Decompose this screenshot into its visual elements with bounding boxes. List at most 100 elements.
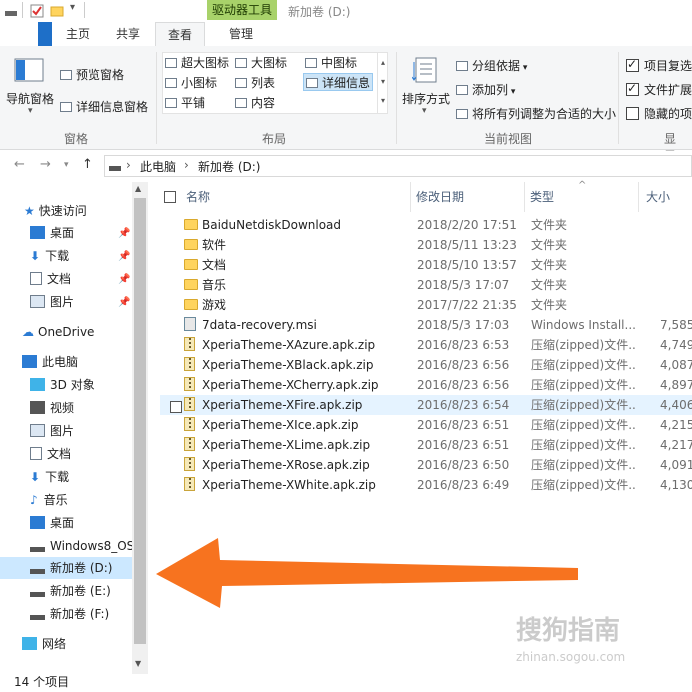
column-header-name[interactable]: 名称 (186, 182, 210, 212)
column-divider[interactable] (524, 182, 525, 212)
up-arrow-icon[interactable]: ↑ (82, 157, 93, 172)
file-row[interactable]: 游戏 2017/7/22 21:35 文件夹 (160, 295, 692, 315)
pin-icon[interactable]: 📌 (118, 228, 130, 239)
navigation-pane-button[interactable]: 导航窗格 (6, 90, 54, 107)
extra-large-icons-icon (165, 58, 177, 68)
file-row[interactable]: 7data-recovery.msi 2018/5/3 17:03 Windows … (160, 315, 692, 335)
sidebar-item-desktop[interactable]: 桌面 (30, 222, 74, 244)
sidebar-item-pictures-pc[interactable]: 图片 (30, 420, 74, 442)
layout-tiles[interactable]: 平铺 (165, 94, 205, 112)
file-row[interactable]: 文档 2018/5/10 13:57 文件夹 (160, 255, 692, 275)
column-header-type[interactable]: 类型 (530, 182, 554, 212)
recent-locations-icon[interactable]: ▾ (64, 160, 69, 170)
layout-extra-large-icons[interactable]: 超大图标 (165, 54, 229, 72)
layout-details[interactable]: 详细信息 (303, 73, 374, 91)
drive-icon (108, 161, 122, 176)
file-row[interactable]: XperiaTheme-XCherry.apk.zip 2016/8/23 6:5… (160, 375, 692, 395)
pin-icon[interactable]: 📌 (118, 297, 130, 308)
tab-view[interactable]: 查看 (155, 22, 205, 46)
file-tab[interactable] (38, 22, 52, 46)
file-row[interactable]: XperiaTheme-XRose.apk.zip 2016/8/23 6:50 压… (160, 455, 692, 475)
sidebar-item-network[interactable]: 网络 (22, 633, 66, 655)
sidebar-item-documents[interactable]: 文档 (30, 268, 71, 290)
scroll-up-icon[interactable]: ▲ (135, 184, 141, 193)
sidebar-item-drive-e[interactable]: 新加卷 (E:) (30, 580, 111, 602)
file-row[interactable]: XperiaTheme-XAzure.apk.zip 2016/8/23 6:53… (160, 335, 692, 355)
file-date: 2016/8/23 6:51 (417, 418, 510, 432)
sidebar-item-drive-d[interactable]: 新加卷 (D:) (0, 557, 132, 579)
back-arrow-icon[interactable]: ← (14, 157, 25, 172)
new-folder-icon[interactable] (50, 4, 64, 18)
sidebar-item-windows8-os[interactable]: Windows8_OS (30, 535, 134, 557)
drive-tools-tab[interactable]: 驱动器工具 (207, 0, 277, 20)
layout-gallery-scroll[interactable]: ▴ ▾ ▾ (377, 53, 388, 113)
group-by-button[interactable]: 分组依据 ▾ (456, 57, 527, 74)
sidebar-item-3d-objects[interactable]: 3D 对象 (30, 374, 95, 396)
tab-home[interactable]: 主页 (60, 22, 96, 46)
sidebar-item-documents-pc[interactable]: 文档 (30, 443, 71, 465)
file-row[interactable]: XperiaTheme-XBlack.apk.zip 2016/8/23 6:56… (160, 355, 692, 375)
sidebar-item-videos[interactable]: 视频 (30, 397, 74, 419)
tab-share[interactable]: 共享 (110, 22, 146, 46)
layout-large-icons[interactable]: 大图标 (235, 54, 287, 72)
pin-icon[interactable]: 📌 (118, 274, 130, 285)
scroll-down-icon[interactable]: ▼ (135, 659, 141, 668)
file-date: 2017/7/22 21:35 (417, 298, 517, 312)
layout-list[interactable]: 列表 (235, 74, 275, 92)
layout-content[interactable]: 内容 (235, 94, 275, 112)
file-row[interactable]: XperiaTheme-XLime.apk.zip 2016/8/23 6:51 压… (160, 435, 692, 455)
select-all-checkbox[interactable] (164, 191, 176, 206)
file-row[interactable]: XperiaTheme-XWhite.apk.zip 2016/8/23 6:49… (160, 475, 692, 495)
file-extensions-toggle[interactable]: 文件扩展 (626, 81, 692, 98)
breadcrumb-this-pc[interactable]: 此电脑 (140, 158, 176, 175)
pin-icon[interactable]: 📌 (118, 251, 130, 262)
file-size: 4,215 (660, 418, 692, 432)
sidebar-item-drive-f[interactable]: 新加卷 (F:) (30, 603, 109, 625)
sidebar-scrollbar-thumb[interactable] (134, 198, 146, 644)
watermark-url: zhinan.sogou.com (516, 650, 626, 664)
sort-by-icon[interactable] (411, 56, 440, 87)
column-divider[interactable] (410, 182, 411, 212)
size-all-columns-button[interactable]: 将所有列调整为合适的大小 (456, 105, 616, 122)
sort-by-button[interactable]: 排序方式 (402, 90, 450, 107)
file-row[interactable]: XperiaTheme-XIce.apk.zip 2016/8/23 6:51 压缩… (160, 415, 692, 435)
sidebar-item-desktop-pc[interactable]: 桌面 (30, 512, 74, 534)
folder-icon (184, 215, 198, 235)
file-row[interactable]: XperiaTheme-XFire.apk.zip 2016/8/23 6:54 压… (160, 395, 692, 415)
file-date: 2016/8/23 6:51 (417, 438, 510, 452)
file-row[interactable]: 音乐 2018/5/3 17:07 文件夹 (160, 275, 692, 295)
tab-manage[interactable]: 管理 (215, 22, 267, 46)
sidebar-item-music[interactable]: ♪ 音乐 (30, 489, 68, 511)
navigation-pane-icon[interactable] (14, 58, 44, 85)
properties-icon[interactable] (30, 4, 44, 18)
sidebar-item-quick-access[interactable]: ★ 快速访问 (24, 200, 87, 222)
customize-quick-access-icon[interactable]: ▾ (70, 2, 75, 13)
sidebar-item-downloads[interactable]: ⬇ 下载 (30, 245, 69, 267)
ribbon-tabs (0, 22, 692, 46)
sidebar-item-onedrive[interactable]: ☁ OneDrive (22, 321, 94, 343)
details-pane-button[interactable]: 详细信息窗格 (60, 98, 148, 115)
layout-small-icons[interactable]: 小图标 (165, 74, 217, 92)
sidebar-item-pictures[interactable]: 图片 (30, 291, 74, 313)
sidebar-item-downloads-pc[interactable]: ⬇ 下载 (30, 466, 69, 488)
preview-pane-button[interactable]: 预览窗格 (60, 66, 124, 83)
column-header-date[interactable]: 修改日期 (416, 182, 464, 212)
forward-arrow-icon[interactable]: → (40, 157, 51, 172)
sidebar-item-this-pc[interactable]: 此电脑 (22, 351, 78, 373)
file-type: 文件夹 (531, 298, 568, 312)
column-header-size[interactable]: 大小 (646, 182, 670, 212)
breadcrumb-drive-d[interactable]: 新加卷 (D:) (198, 158, 260, 175)
layout-medium-icons[interactable]: 中图标 (305, 54, 357, 72)
file-date: 2018/5/3 17:03 (417, 318, 510, 332)
address-bar[interactable] (104, 155, 692, 177)
item-checkboxes-toggle[interactable]: 项目复选 (626, 57, 692, 74)
column-divider[interactable] (638, 182, 639, 212)
add-column-button[interactable]: 添加列 ▾ (456, 81, 515, 98)
window-title: 新加卷 (D:) (288, 5, 351, 19)
file-type: 压缩(zipped)文件... (531, 438, 637, 452)
file-row[interactable]: 软件 2018/5/11 13:23 文件夹 (160, 235, 692, 255)
hidden-items-toggle[interactable]: 隐藏的项 (626, 105, 692, 122)
file-date: 2016/8/23 6:54 (417, 398, 510, 412)
drive-icon[interactable] (4, 4, 18, 18)
file-row[interactable]: BaiduNetdiskDownload 2018/2/20 17:51 文件夹 (160, 215, 692, 235)
